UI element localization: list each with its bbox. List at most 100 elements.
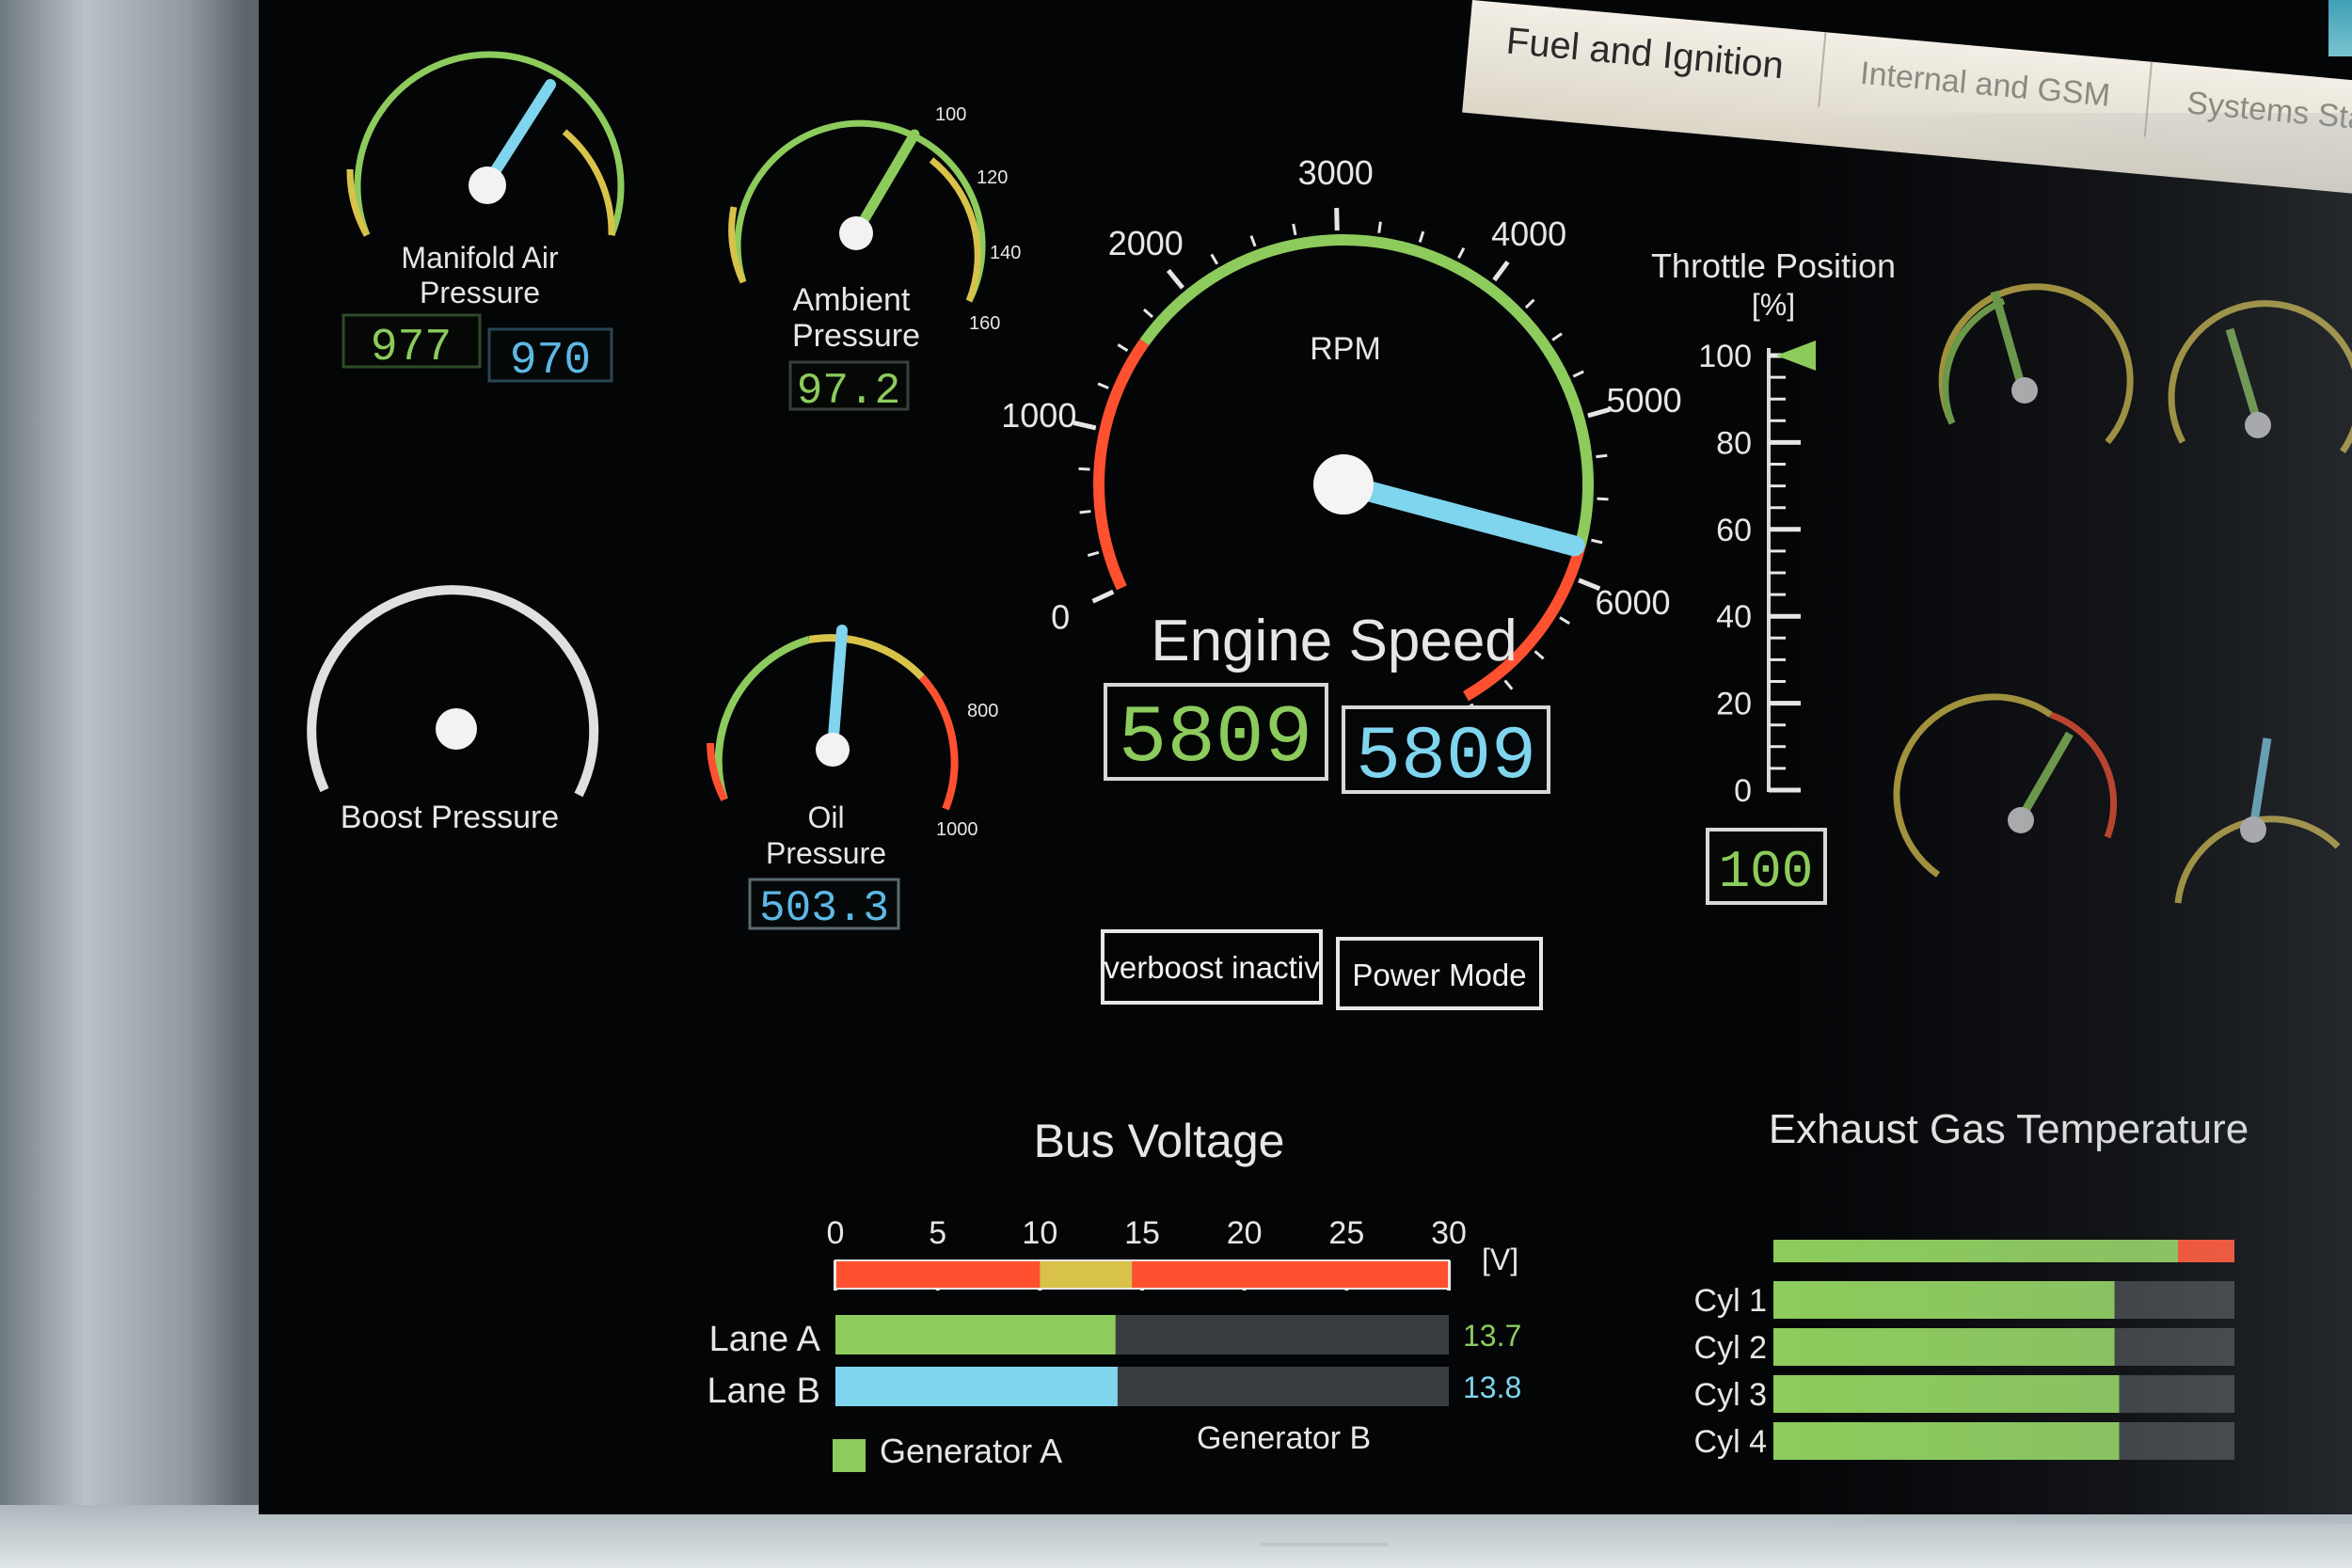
rpm-arc-segment bbox=[1093, 339, 1150, 591]
rpm-tick bbox=[1073, 420, 1097, 431]
egt-fill bbox=[1773, 1328, 2115, 1366]
rpm-tick bbox=[1334, 208, 1340, 231]
generator-a-swatch bbox=[833, 1439, 866, 1472]
throttle-level-marker bbox=[1776, 341, 1816, 371]
bus-scale-band-yellow bbox=[1040, 1260, 1133, 1289]
oil-tick-1000: 1000 bbox=[936, 819, 978, 840]
egt-scale-band-red bbox=[2178, 1240, 2234, 1262]
boost-hub bbox=[436, 708, 477, 750]
rpm-needle bbox=[1333, 474, 1585, 557]
rpm-tick-label: 6000 bbox=[1595, 583, 1670, 622]
throttle-tick-label: 0 bbox=[1734, 773, 1752, 809]
boost-pressure-gauge: Boost Pressure bbox=[307, 585, 599, 835]
throttle-ticks: 100 80 60 40 20 0 bbox=[1698, 339, 1801, 809]
bus-scale-label: 5 bbox=[929, 1215, 946, 1251]
manifold-title-line2: Pressure bbox=[420, 276, 540, 309]
throttle-tick-label: 40 bbox=[1716, 599, 1752, 635]
rpm-tick-label: 0 bbox=[1051, 597, 1070, 636]
ambient-needle bbox=[850, 129, 920, 239]
rpm-tick bbox=[1142, 308, 1153, 319]
rpm-tick bbox=[1210, 253, 1219, 265]
engine-speed-title: Engine Speed bbox=[1151, 609, 1518, 673]
ambient-tick-100: 100 bbox=[935, 104, 966, 125]
rpm-tick bbox=[1117, 343, 1129, 353]
ambient-pressure-gauge: 100 120 140 160 Ambient Pressure 97.2 bbox=[728, 104, 1021, 416]
manifold-readout-a: 977 bbox=[371, 323, 452, 373]
bus-scale-label: 15 bbox=[1124, 1215, 1160, 1251]
ambient-title-line2: Pressure bbox=[792, 318, 920, 354]
rpm-tick bbox=[1078, 467, 1090, 471]
rpm-tick bbox=[1591, 538, 1603, 545]
throttle-position-panel: Throttle Position [%] 100 80 60 40 20 0 100 bbox=[1651, 246, 1896, 905]
overboost-button[interactable]: verboost inactiv bbox=[1101, 929, 1323, 1005]
power-mode-button-label: Power Mode bbox=[1352, 958, 1526, 992]
rpm-tick-label: 4000 bbox=[1491, 214, 1566, 253]
bus-lanes: Lane A 13.7 Lane B 13.8 bbox=[707, 1315, 1521, 1411]
rpm-tick bbox=[1572, 370, 1584, 378]
egt-fill bbox=[1773, 1375, 2120, 1413]
rpm-tick bbox=[1457, 246, 1466, 260]
bus-voltage-title: Bus Voltage bbox=[1034, 1115, 1285, 1167]
bus-scale-label: 30 bbox=[1431, 1215, 1467, 1251]
exhaust-gas-temperature-panel: Exhaust Gas Temperature Cyl 1Cyl 2Cyl 3C… bbox=[1694, 1106, 2249, 1460]
oil-title-line2: Pressure bbox=[766, 836, 886, 870]
rpm-tick-label: 2000 bbox=[1108, 224, 1184, 262]
throttle-title: Throttle Position bbox=[1651, 246, 1896, 285]
bus-voltage-panel: Bus Voltage 0 5 10 15 20 25 30 [V] Lane A 13.7L… bbox=[707, 1115, 1521, 1472]
egt-cylinder-rows: Cyl 1 Cyl 2 Cyl 3 Cyl 4 bbox=[1694, 1281, 2234, 1460]
bus-scale-band-red bbox=[835, 1260, 1449, 1289]
right-blurred-gauges bbox=[1893, 283, 2352, 904]
bus-lane-value: 13.7 bbox=[1463, 1319, 1521, 1353]
manifold-title-line1: Manifold Air bbox=[401, 241, 559, 275]
bus-lane-value: 13.8 bbox=[1463, 1370, 1521, 1404]
rpm-tick bbox=[1087, 550, 1100, 557]
oil-tick-800: 800 bbox=[967, 701, 998, 721]
bus-scale-label: 10 bbox=[1022, 1215, 1057, 1251]
oil-title-line1: Oil bbox=[807, 800, 844, 834]
rpm-tick bbox=[1079, 510, 1091, 515]
rpm-tick-label: 5000 bbox=[1607, 381, 1682, 420]
egt-cylinder-label: Cyl 2 bbox=[1694, 1330, 1767, 1366]
bus-lane-fill bbox=[835, 1367, 1118, 1406]
power-mode-button[interactable]: Power Mode bbox=[1336, 937, 1543, 1010]
rpm-tick bbox=[1534, 650, 1545, 660]
rpm-tick bbox=[1524, 298, 1535, 309]
oil-needle bbox=[827, 625, 848, 753]
oil-readout: 503.3 bbox=[759, 884, 889, 933]
egt-scale-band-green bbox=[1773, 1240, 2178, 1262]
rpm-unit-label: RPM bbox=[1310, 331, 1381, 367]
rpm-tick bbox=[1492, 260, 1510, 282]
throttle-unit: [%] bbox=[1752, 288, 1795, 322]
rpm-tick bbox=[1091, 589, 1115, 604]
manifold-needle bbox=[482, 79, 556, 189]
rpm-tick bbox=[1097, 382, 1109, 389]
ambient-tick-120: 120 bbox=[977, 167, 1008, 188]
ambient-tick-140: 140 bbox=[990, 243, 1021, 263]
legend-generator-b: Generator B bbox=[1197, 1420, 1371, 1456]
oil-hub bbox=[816, 733, 850, 767]
rpm-tick bbox=[1166, 268, 1184, 290]
bus-lane-fill bbox=[835, 1315, 1116, 1354]
egt-cylinder-label: Cyl 3 bbox=[1694, 1377, 1767, 1413]
egt-fill bbox=[1773, 1422, 2120, 1460]
rpm-readout-b: 5809 bbox=[1356, 715, 1536, 800]
throttle-tick-label: 20 bbox=[1716, 687, 1752, 722]
rpm-tick bbox=[1503, 679, 1514, 690]
bus-scale-label: 25 bbox=[1328, 1215, 1364, 1251]
rpm-tick bbox=[1292, 223, 1297, 236]
throttle-tick-label: 100 bbox=[1698, 339, 1752, 374]
rpm-tick bbox=[1551, 332, 1563, 341]
rpm-tick bbox=[1377, 221, 1382, 233]
throttle-tick-label: 80 bbox=[1716, 425, 1752, 461]
rpm-tick bbox=[1249, 235, 1257, 247]
manifold-readout-b: 970 bbox=[510, 336, 591, 387]
engine-speed-gauge: 01000200030004000500060007000 RPM Engine… bbox=[1001, 153, 1681, 800]
bus-lane-label: Lane B bbox=[707, 1371, 820, 1411]
ambient-readout: 97.2 bbox=[797, 367, 900, 416]
legend-generator-a: Generator A bbox=[880, 1432, 1062, 1470]
rpm-tick-label: 3000 bbox=[1298, 153, 1374, 192]
egt-cylinder-label: Cyl 1 bbox=[1694, 1283, 1767, 1319]
rpm-hub bbox=[1313, 454, 1374, 515]
dashboard-gauges: Manifold Air Pressure 977 970 100 120 14… bbox=[307, 51, 2352, 1546]
manifold-pressure-gauge: Manifold Air Pressure 977 970 bbox=[342, 51, 625, 387]
